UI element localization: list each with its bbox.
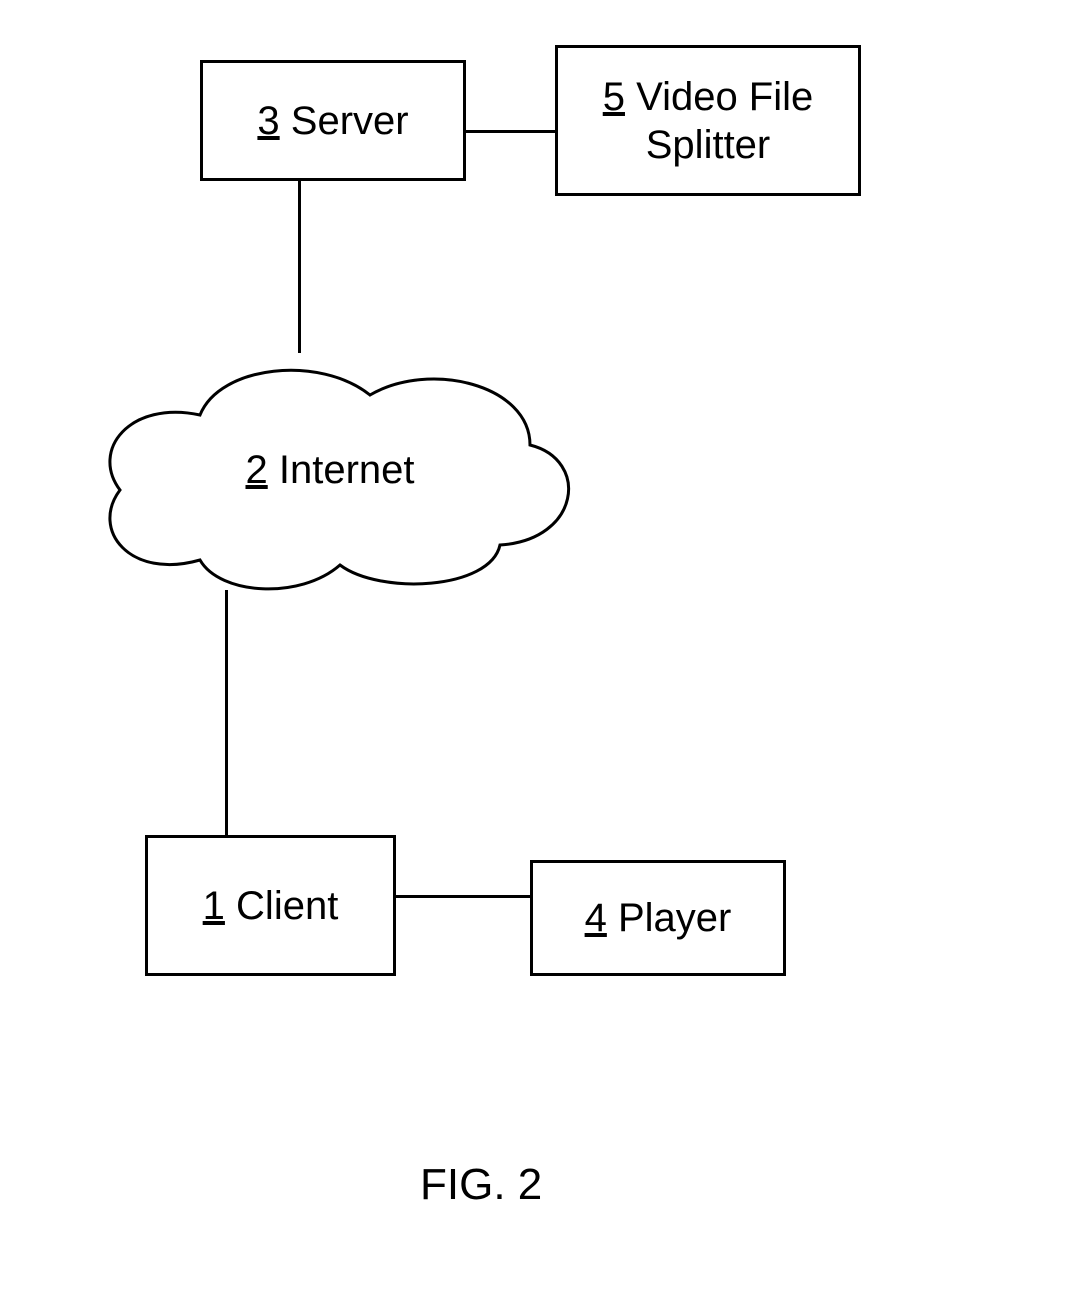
internet-number: 2 (245, 448, 267, 492)
edge-client-player (393, 895, 530, 898)
server-node: 3 Server (200, 60, 466, 181)
player-node: 4 Player (530, 860, 786, 976)
server-label: 3 Server (257, 97, 408, 145)
server-number: 3 (257, 99, 279, 143)
splitter-number: 5 (603, 75, 625, 119)
server-text: Server (291, 99, 409, 143)
client-node: 1 Client (145, 835, 396, 976)
client-label: 1 Client (203, 882, 339, 930)
player-number: 4 (585, 896, 607, 940)
internet-text: Internet (279, 448, 415, 492)
figure-caption: FIG. 2 (420, 1160, 542, 1210)
internet-node: 2 Internet (70, 330, 590, 610)
client-text: Client (236, 884, 338, 928)
splitter-label: 5 Video File Splitter (558, 73, 858, 169)
splitter-node: 5 Video File Splitter (555, 45, 861, 196)
splitter-text: Video File Splitter (636, 75, 813, 167)
client-number: 1 (203, 884, 225, 928)
internet-label: 2 Internet (245, 448, 414, 493)
edge-server-splitter (463, 130, 555, 133)
player-text: Player (618, 896, 731, 940)
edge-server-internet (298, 178, 301, 353)
edge-internet-client (225, 590, 228, 835)
player-label: 4 Player (585, 894, 732, 942)
